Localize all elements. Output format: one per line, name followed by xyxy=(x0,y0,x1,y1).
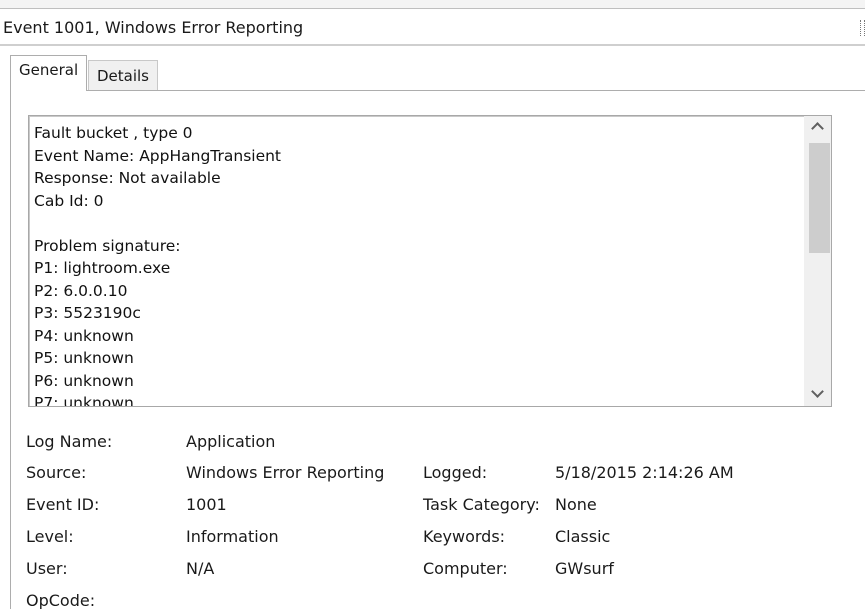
event-description-box[interactable]: Fault bucket , type 0 Event Name: AppHang… xyxy=(28,115,832,407)
top-border xyxy=(0,0,865,9)
description-line: Fault bucket , type 0 xyxy=(34,124,193,142)
log-name-label: Log Name: xyxy=(26,432,113,451)
chevron-down-icon xyxy=(811,385,824,398)
title-bar: Event 1001, Windows Error Reporting xyxy=(0,10,865,46)
description-scrollbar[interactable] xyxy=(804,116,831,406)
opcode-label: OpCode: xyxy=(26,591,96,609)
resize-grip-icon[interactable] xyxy=(860,20,865,36)
description-line: P2: 6.0.0.10 xyxy=(34,281,128,300)
user-label: User: xyxy=(26,559,68,578)
description-line xyxy=(34,212,799,235)
description-line: P7: unknown xyxy=(34,394,134,407)
tab-details[interactable]: Details xyxy=(88,60,159,90)
description-line: Problem signature: xyxy=(34,236,181,255)
window-title: Event 1001, Windows Error Reporting xyxy=(3,18,304,37)
computer-value: GWsurf xyxy=(555,559,614,578)
task-category-value: None xyxy=(555,495,597,514)
logged-value: 5/18/2015 2:14:26 AM xyxy=(555,463,734,482)
description-line: P5: unknown xyxy=(34,349,134,367)
level-value: Information xyxy=(186,527,279,546)
event-id-value[interactable]: 1001 xyxy=(186,495,227,514)
log-name-value: Application xyxy=(186,432,276,451)
description-line: P3: 5523190c xyxy=(34,304,141,322)
event-properties-window: Event 1001, Windows Error Reporting Gene… xyxy=(0,0,865,609)
logged-label: Logged: xyxy=(423,463,488,482)
description-line: Response: Not available xyxy=(34,169,221,187)
tab-general-label: General xyxy=(19,61,79,79)
event-id-label: Event ID: xyxy=(26,495,100,514)
tab-general[interactable]: General xyxy=(10,55,88,91)
description-line: P1: lightroom.exe xyxy=(34,259,171,277)
source-label: Source: xyxy=(26,463,87,482)
computer-label: Computer: xyxy=(423,559,508,578)
description-line: P6: unknown xyxy=(34,371,134,390)
chevron-up-icon xyxy=(811,122,824,135)
tab-strip: General Details xyxy=(8,55,865,91)
scroll-down-button[interactable] xyxy=(804,382,831,404)
event-description-text[interactable]: Fault bucket , type 0 Event Name: AppHang… xyxy=(34,122,799,407)
user-value: N/A xyxy=(186,559,215,578)
scroll-up-button[interactable] xyxy=(804,118,831,140)
task-category-label: Task Category: xyxy=(423,495,540,514)
description-line: Event Name: AppHangTransient xyxy=(34,146,282,165)
scroll-thumb[interactable] xyxy=(809,143,830,253)
description-line: P4: unknown xyxy=(34,326,134,345)
description-line: Cab Id: 0 xyxy=(34,191,104,210)
source-value[interactable]: Windows Error Reporting xyxy=(186,463,384,482)
keywords-value: Classic xyxy=(555,527,611,546)
tab-details-label: Details xyxy=(97,67,150,85)
keywords-label: Keywords: xyxy=(423,527,506,546)
level-label: Level: xyxy=(26,527,74,546)
